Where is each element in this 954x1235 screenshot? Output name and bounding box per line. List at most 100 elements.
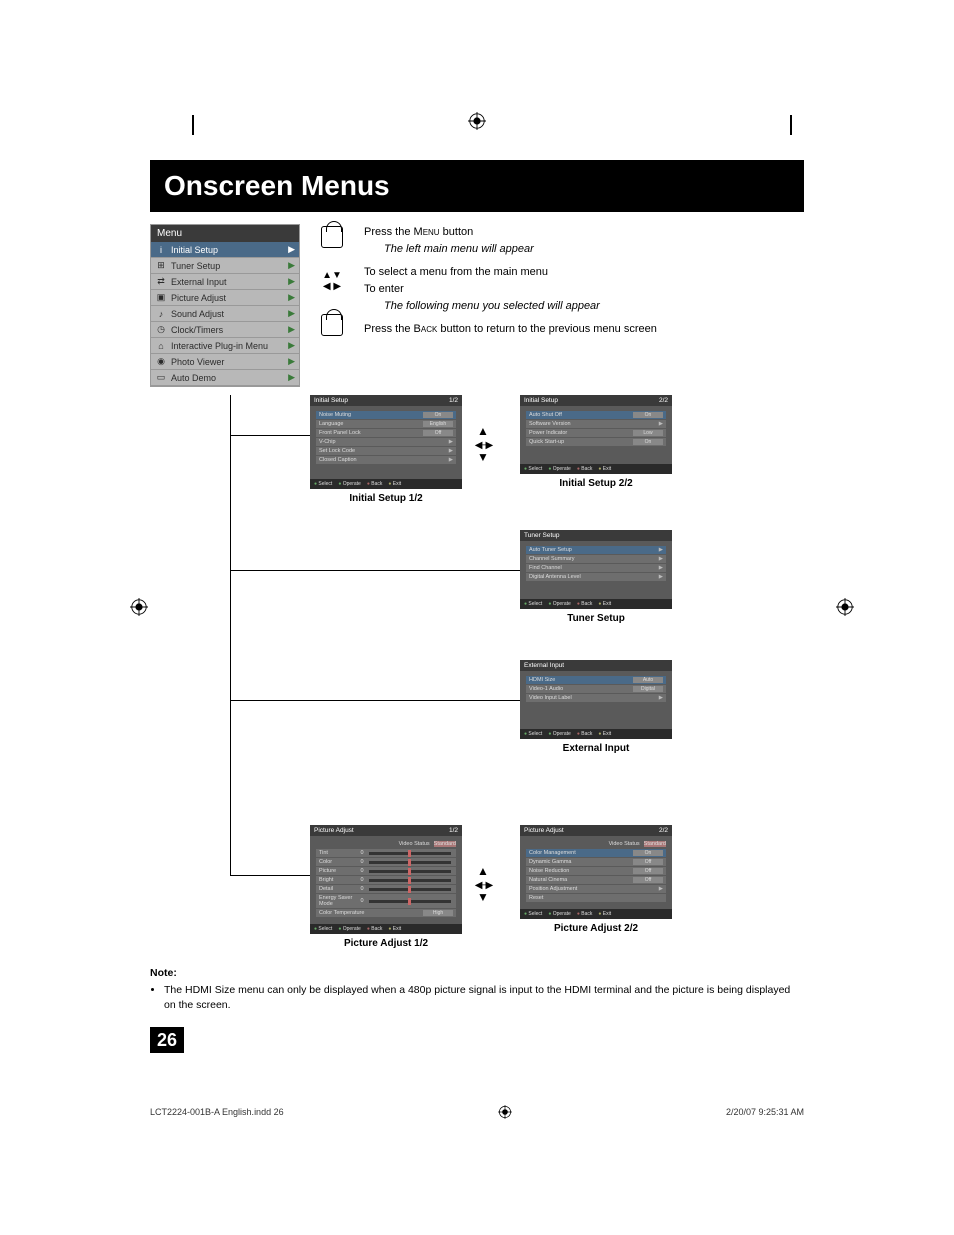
submenu-row[interactable]: Auto Shut OffOn [526, 411, 666, 419]
submenu-row[interactable]: Quick Start-upOn [526, 438, 666, 446]
chevron-right-icon: ▶ [659, 565, 663, 571]
row-label: V-Chip [319, 439, 446, 445]
submenu-external: External Input HDMI SizeAutoVideo-1 Audi… [520, 660, 672, 754]
main-menu-item[interactable]: ◷Clock/Timers▶ [151, 322, 299, 338]
submenu-row[interactable]: Digital Antenna Level▶ [526, 573, 666, 581]
submenu-row[interactable]: Position Adjustment▶ [526, 885, 666, 893]
submenu-row[interactable]: LanguageEnglish [316, 420, 456, 428]
menu-item-icon: ▣ [155, 292, 167, 303]
submenu-title: Picture Adjust [524, 827, 564, 834]
row-label: Energy Saver Mode [319, 895, 357, 907]
menu-item-label: Initial Setup [171, 245, 284, 255]
submenu-row[interactable]: Noise MutingOn [316, 411, 456, 419]
page-nav-icon: ▲◀─▶▼ [470, 425, 496, 463]
main-menu-item[interactable]: ♪Sound Adjust▶ [151, 306, 299, 322]
slider-bar [369, 879, 451, 882]
slider-row[interactable]: Color0 [316, 858, 456, 866]
menu-item-icon: i [155, 245, 167, 255]
status-value: Standard [644, 841, 666, 847]
menu-item-label: Clock/Timers [171, 325, 284, 335]
row-label: Picture [319, 868, 357, 874]
submenu-row[interactable]: Video Input Label▶ [526, 694, 666, 702]
page-title: Onscreen Menus [150, 160, 804, 212]
footer-hint: Exit [388, 926, 401, 932]
footer-hint: Select [524, 466, 542, 472]
submenu-row[interactable]: Dynamic GammaOff [526, 858, 666, 866]
footer-hint: Operate [548, 466, 571, 472]
submenu-row[interactable]: Set Lock Code▶ [316, 447, 456, 455]
submenu-page: 1/2 [449, 827, 458, 834]
main-menu-item[interactable]: ▭Auto Demo▶ [151, 370, 299, 386]
slider-row[interactable]: Picture0 [316, 867, 456, 875]
main-menu-item[interactable]: ⇄External Input▶ [151, 274, 299, 290]
slider-bar [369, 852, 451, 855]
submenu-row[interactable]: Find Channel▶ [526, 564, 666, 572]
registration-mark-icon [130, 598, 148, 616]
instruction-icons: ▲▼◀ ▶ [318, 224, 346, 387]
row-label: Reset [529, 895, 663, 901]
main-menu-item[interactable]: ▣Picture Adjust▶ [151, 290, 299, 306]
footer-hint: Operate [548, 601, 571, 607]
submenu-row[interactable]: Noise ReductionOff [526, 867, 666, 875]
main-menu-item[interactable]: ⌂Interactive Plug-in Menu▶ [151, 338, 299, 354]
row-label: Video Input Label [529, 695, 656, 701]
slider-row[interactable]: Tint0 [316, 849, 456, 857]
text: To select a menu from the main menu [364, 264, 804, 281]
menu-item-icon: ⇄ [155, 276, 167, 287]
remote-button-icon [321, 226, 343, 248]
footer-hint: Exit [598, 911, 611, 917]
slider-row[interactable]: Detail0 [316, 885, 456, 893]
page-number: 26 [150, 1027, 184, 1053]
submenu-row[interactable]: Power IndicatorLow [526, 429, 666, 437]
chevron-right-icon: ▶ [659, 574, 663, 580]
registration-mark-icon [498, 1105, 512, 1119]
slider-bar [369, 870, 451, 873]
footer-hint: Operate [338, 481, 361, 487]
chevron-right-icon: ▶ [288, 356, 295, 367]
footer-hint: Back [577, 731, 593, 737]
chevron-right-icon: ▶ [659, 547, 663, 553]
submenu-row[interactable]: V-Chip▶ [316, 438, 456, 446]
row-value: 0 [357, 877, 367, 883]
row-value: 0 [357, 859, 367, 865]
caption: Picture Adjust 1/2 [310, 938, 462, 949]
submenu-row[interactable]: Front Panel LockOff [316, 429, 456, 437]
chevron-right-icon: ▶ [449, 457, 453, 463]
footer-hint: Exit [388, 481, 401, 487]
submenu-row[interactable]: Auto Tuner Setup▶ [526, 546, 666, 554]
text: Back [414, 323, 438, 335]
chevron-right-icon: ▶ [288, 324, 295, 335]
row-label: Front Panel Lock [319, 430, 423, 436]
remote-button-icon [321, 314, 343, 336]
submenu-title: Initial Setup [524, 397, 558, 404]
chevron-right-icon: ▶ [659, 695, 663, 701]
submenu-row[interactable]: Color ManagementOn [526, 849, 666, 857]
chevron-right-icon: ▶ [288, 308, 295, 319]
row-value: Auto [633, 677, 663, 683]
slider-row[interactable]: Bright0 [316, 876, 456, 884]
submenu-row[interactable]: Natural CinemaOff [526, 876, 666, 884]
row-label: Auto Shut Off [529, 412, 633, 418]
submenu-row[interactable]: HDMI SizeAuto [526, 676, 666, 684]
slider-row[interactable]: Energy Saver Mode0 [316, 894, 456, 908]
submenu-row[interactable]: Software Version▶ [526, 420, 666, 428]
row-label: Channel Summary [529, 556, 656, 562]
row-label: Find Channel [529, 565, 656, 571]
row-value: Off [633, 868, 663, 874]
footer-hint: Operate [548, 911, 571, 917]
caption: External Input [520, 743, 672, 754]
main-menu-item[interactable]: ⊞Tuner Setup▶ [151, 258, 299, 274]
main-menu-item[interactable]: ◉Photo Viewer▶ [151, 354, 299, 370]
row-label: Natural Cinema [529, 877, 633, 883]
submenu-row[interactable]: Reset [526, 894, 666, 902]
submenu-row[interactable]: Closed Caption▶ [316, 456, 456, 464]
slider-bar [369, 900, 451, 903]
submenu-row[interactable]: Video-1 AudioDigital [526, 685, 666, 693]
note-heading: Note: [150, 967, 804, 979]
footer-file: LCT2224-001B-A English.indd 26 [150, 1107, 284, 1117]
chevron-right-icon: ▶ [288, 292, 295, 303]
chevron-right-icon: ▶ [288, 372, 295, 383]
main-menu-item[interactable]: iInitial Setup▶ [151, 242, 299, 258]
row-label: Noise Muting [319, 412, 423, 418]
submenu-row[interactable]: Channel Summary▶ [526, 555, 666, 563]
